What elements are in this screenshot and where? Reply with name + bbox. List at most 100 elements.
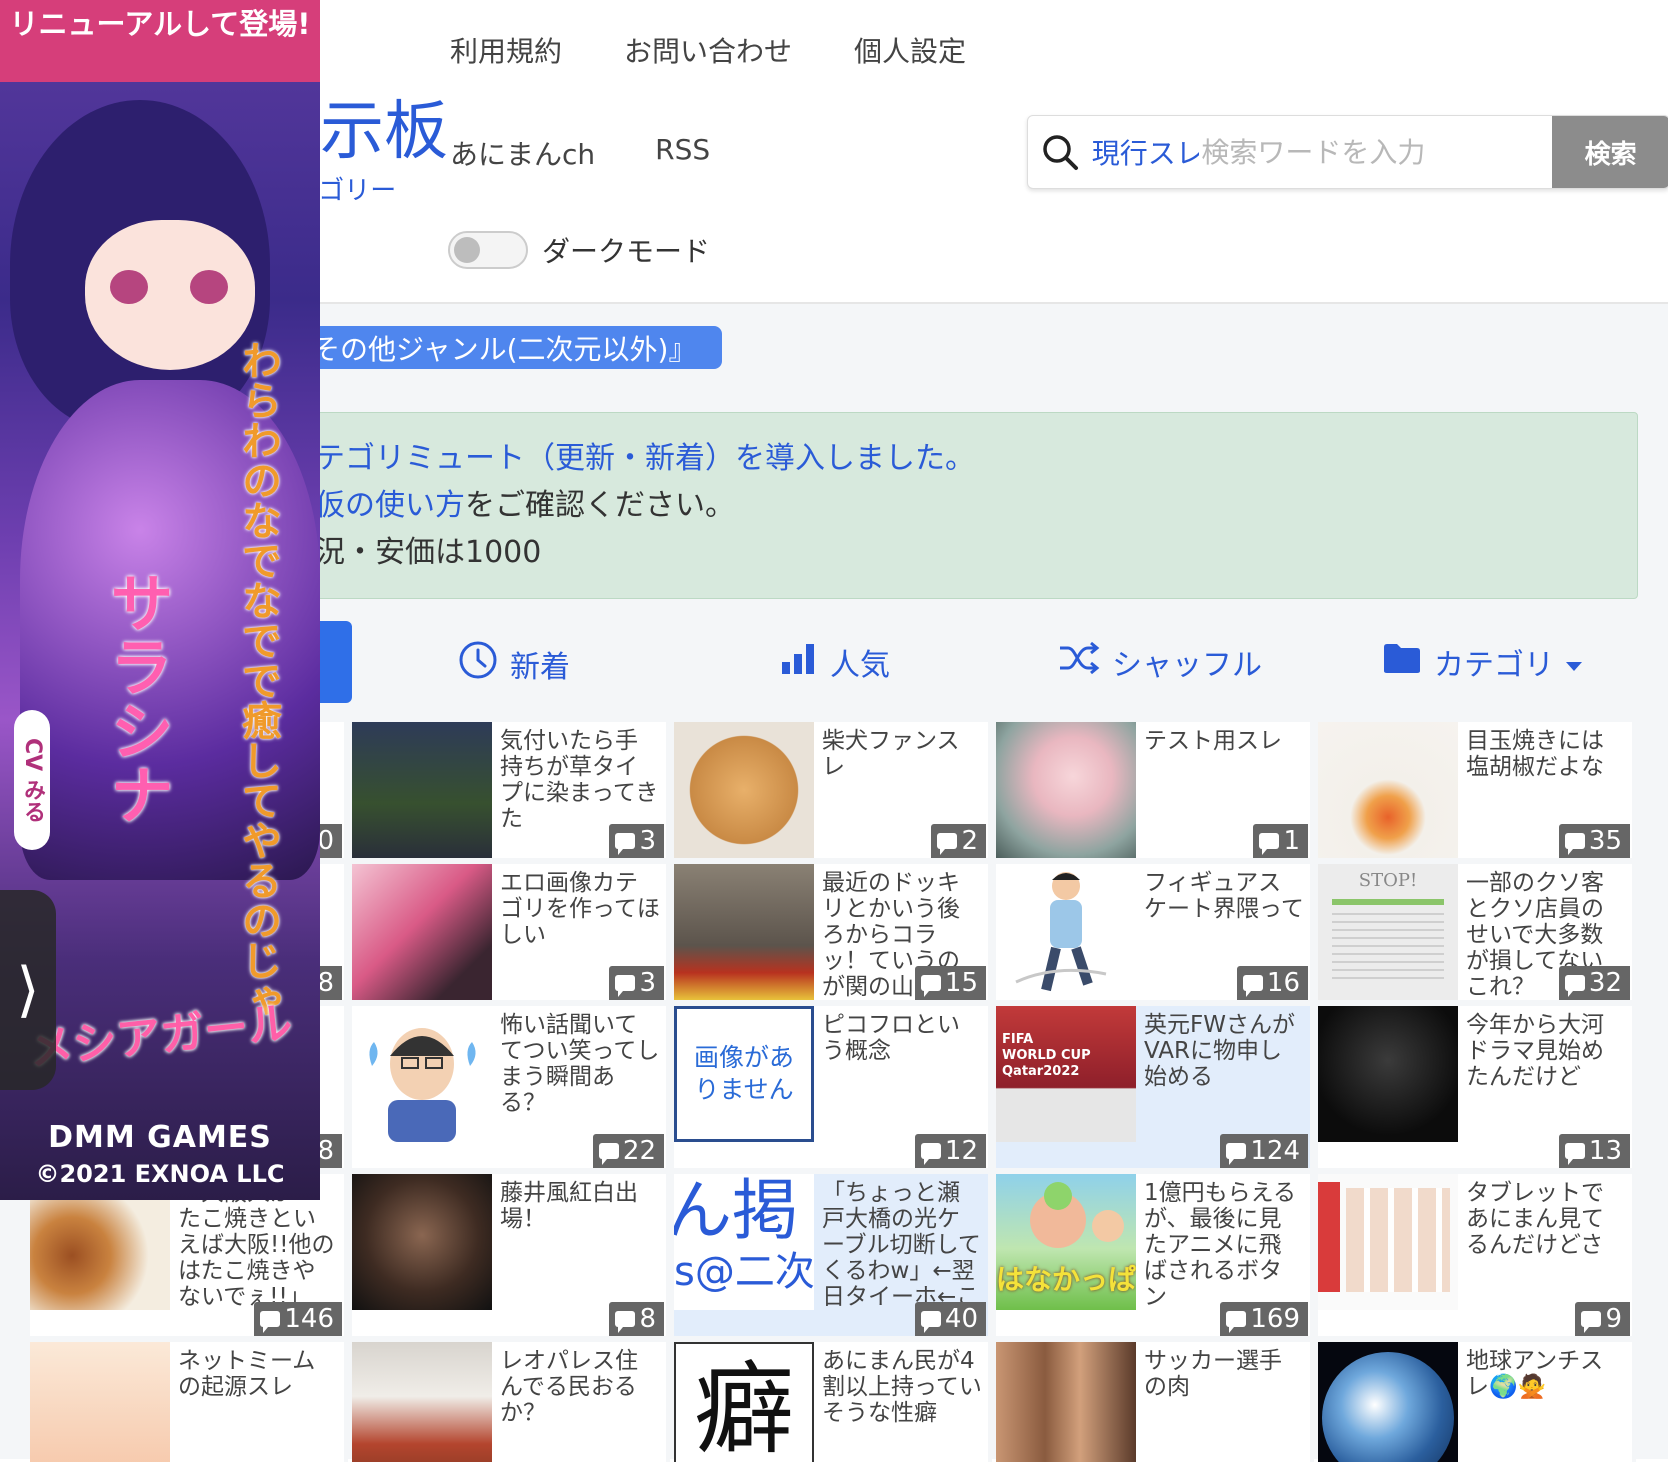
- thread-card[interactable]: 地球アンチスレ🌍🙅 12: [1318, 1342, 1636, 1462]
- thread-title: 怖い話聞いててつい笑ってしまう瞬間ある？: [500, 1012, 660, 1116]
- notice-box: テゴリミュート（更新・新着）を導入しました。 仮の使い方をご確認ください。 況・…: [300, 412, 1638, 599]
- reply-count-badge: 2: [931, 824, 986, 858]
- thread-title: ピコフロという概念: [822, 1012, 960, 1064]
- reply-count-badge: 32: [1558, 966, 1630, 1000]
- thread-card[interactable]: 目玉焼きには塩胡椒だよな 35: [1318, 722, 1636, 862]
- thread-card[interactable]: はなかっぱ 1億円もらえるが、最後に見たアニメに飛ばされるボタン 169: [996, 1174, 1314, 1340]
- reply-count-badge: 12: [914, 1134, 986, 1168]
- comment-icon: [1564, 1143, 1585, 1165]
- thread-card[interactable]: 最近のドッキリとかいう後ろからコラッ！ていうのが関の山なやつ 15: [674, 864, 992, 1004]
- thread-title: 1億円もらえるが、最後に見たアニメに飛ばされるボタン: [1144, 1180, 1296, 1310]
- thread-thumbnail: [352, 1342, 492, 1462]
- thread-card[interactable]: 画像がありません ピコフロという概念 12: [674, 1006, 992, 1172]
- thread-thumbnail: [352, 864, 492, 1000]
- thumbnail-text: s@二次: [674, 1249, 814, 1295]
- ad-character-eye: [190, 270, 228, 304]
- tab-popular[interactable]: 人気: [780, 640, 890, 684]
- thread-title: 柴犬ファンスレ: [822, 728, 960, 780]
- shuffle-icon: [1058, 640, 1100, 684]
- tab-category-label: カテゴリ: [1434, 648, 1554, 683]
- overlay-advertisement[interactable]: リニューアルして登場! わらわのなでなでで癒してやるのじゃ サラシナ CV みる…: [0, 0, 320, 1200]
- nav-settings-link[interactable]: 個人設定: [854, 30, 966, 70]
- nav-contact-link[interactable]: お問い合わせ: [624, 30, 792, 70]
- search-input[interactable]: [1199, 121, 1553, 183]
- thread-title: 藤井風紅白出場！: [500, 1180, 638, 1232]
- thread-title: エロ画像カテゴリを作ってほしい: [500, 870, 660, 948]
- tab-shuffle[interactable]: シャッフル: [1058, 640, 1262, 684]
- thread-card[interactable]: タブレットであにまん見てるんだけどさ 9: [1318, 1174, 1636, 1340]
- thread-thumbnail: ん掲 s@二次: [674, 1174, 814, 1310]
- notice-mute-link[interactable]: テゴリミュート（更新・新着）を導入しました。: [315, 441, 975, 476]
- ad-collapse-arrow-icon[interactable]: ⟩: [0, 890, 56, 1090]
- thread-card[interactable]: エロ画像カテゴリを作ってほしい 3: [352, 864, 670, 1004]
- thread-thumbnail: 癖: [674, 1342, 814, 1462]
- thread-title: 今年から大河ドラマ見始めたんだけど: [1466, 1012, 1604, 1090]
- comment-icon: [615, 1311, 636, 1333]
- reply-count-badge: 40: [914, 1302, 986, 1336]
- dark-mode-toggle[interactable]: [448, 231, 528, 269]
- thread-card[interactable]: 藤井風紅白出場！ 8: [352, 1174, 670, 1340]
- reply-count-badge: 3: [609, 824, 664, 858]
- thread-card[interactable]: 気付いたら手持ちが草タイプに染まってきた 3: [352, 722, 670, 862]
- thread-card[interactable]: 怖い話聞いててつい笑ってしまう瞬間ある？ 22: [352, 1006, 670, 1172]
- thread-card[interactable]: 柴犬ファンスレ 2: [674, 722, 992, 862]
- nav-animanch-link[interactable]: あにまんch: [450, 133, 595, 173]
- bar-chart-icon: [780, 640, 818, 684]
- search-button[interactable]: 検索: [1552, 116, 1668, 188]
- notice-line-3: 況・安価は1000: [315, 535, 542, 570]
- thread-card[interactable]: レオパレス住んでる民おるか？ 58: [352, 1342, 670, 1462]
- thread-title: 目玉焼きには塩胡椒だよな: [1466, 728, 1604, 780]
- thread-card[interactable]: サッカー選手の肉 133: [996, 1342, 1314, 1462]
- comment-icon: [920, 1311, 941, 1333]
- comment-icon: [1581, 1311, 1602, 1333]
- ad-character-eye: [110, 270, 148, 304]
- tab-category[interactable]: カテゴリ: [1382, 640, 1582, 684]
- comment-icon: [1259, 833, 1280, 855]
- thumbnail-text: 癖: [694, 1351, 794, 1462]
- search-icon: [1028, 132, 1092, 172]
- comment-icon: [615, 833, 636, 855]
- thread-thumbnail: [352, 1006, 492, 1142]
- thread-thumbnail: [1318, 1006, 1458, 1142]
- nav-terms-link[interactable]: 利用規約: [450, 30, 562, 70]
- reply-count-badge: 35: [1558, 824, 1630, 858]
- thread-thumbnail: STOP!: [1318, 864, 1458, 1000]
- thread-card[interactable]: STOP! 一部のクソ客とクソ店員のせいで大多数が損してないこれ？ 32: [1318, 864, 1636, 1004]
- tab-new[interactable]: 新着: [458, 640, 570, 688]
- comment-icon: [1226, 1143, 1247, 1165]
- thread-card[interactable]: FIFA WORLD CUP Qatar2022 英元FWさんがVARに物申し始…: [996, 1006, 1314, 1172]
- tab-shuffle-label: シャッフル: [1112, 648, 1262, 683]
- dark-mode-label: ダークモード: [542, 235, 711, 268]
- nav-rss-link[interactable]: RSS: [655, 133, 710, 173]
- thread-thumbnail: [996, 722, 1136, 858]
- genre-tag[interactable]: その他ジャンル(二次元以外)』: [300, 326, 723, 369]
- reply-count-badge: 3: [609, 966, 664, 1000]
- ad-character-name: サラシナ: [99, 570, 173, 826]
- thread-thumbnail: [1318, 1342, 1458, 1462]
- notice-line-2: 仮の使い方をご確認ください。: [315, 482, 1637, 529]
- comment-icon: [598, 1143, 619, 1165]
- thread-title: フィギュアスケート界隈って: [1144, 870, 1304, 922]
- thread-title: あにまん民が4割以上持っていそうな性癖: [822, 1348, 982, 1426]
- thread-card[interactable]: 今年から大河ドラマ見始めたんだけど 13: [1318, 1006, 1636, 1172]
- reply-count-badge: 16: [1236, 966, 1308, 1000]
- notice-howto-link[interactable]: 仮の使い方: [315, 488, 465, 523]
- search-bar: 現行スレ 検索: [1027, 115, 1668, 189]
- thread-card[interactable]: ん掲 s@二次 「ちょっと瀬戸大橋の光ケーブル切断してくるわw」←翌日タイーホ←…: [674, 1174, 992, 1340]
- no-image-text: 画像がありません: [693, 1043, 794, 1104]
- thread-card[interactable]: ネットミームの起源スレ 5: [30, 1342, 348, 1462]
- comment-icon: [615, 975, 636, 997]
- thread-card[interactable]: テスト用スレ 1: [996, 722, 1314, 862]
- comment-icon: [1564, 975, 1585, 997]
- thread-thumbnail: [1318, 1174, 1458, 1310]
- thread-card[interactable]: フィギュアスケート界隈って 16: [996, 864, 1314, 1004]
- secondary-nav: あにまんch RSS: [450, 133, 710, 173]
- search-scope-select[interactable]: 現行スレ: [1092, 132, 1200, 172]
- thread-title: タブレットであにまん見てるんだけどさ: [1466, 1180, 1604, 1258]
- reply-count-badge: 15: [914, 966, 986, 1000]
- caret-down-icon: [1566, 645, 1582, 680]
- notice-line-2-text: をご確認ください。: [465, 488, 735, 523]
- thread-card[interactable]: 癖 あにまん民が4割以上持っていそうな性癖 4: [674, 1342, 992, 1462]
- notice-line-1: テゴリミュート（更新・新着）を導入しました。: [315, 435, 1637, 482]
- top-nav: 利用規約 お問い合わせ 個人設定: [450, 30, 966, 70]
